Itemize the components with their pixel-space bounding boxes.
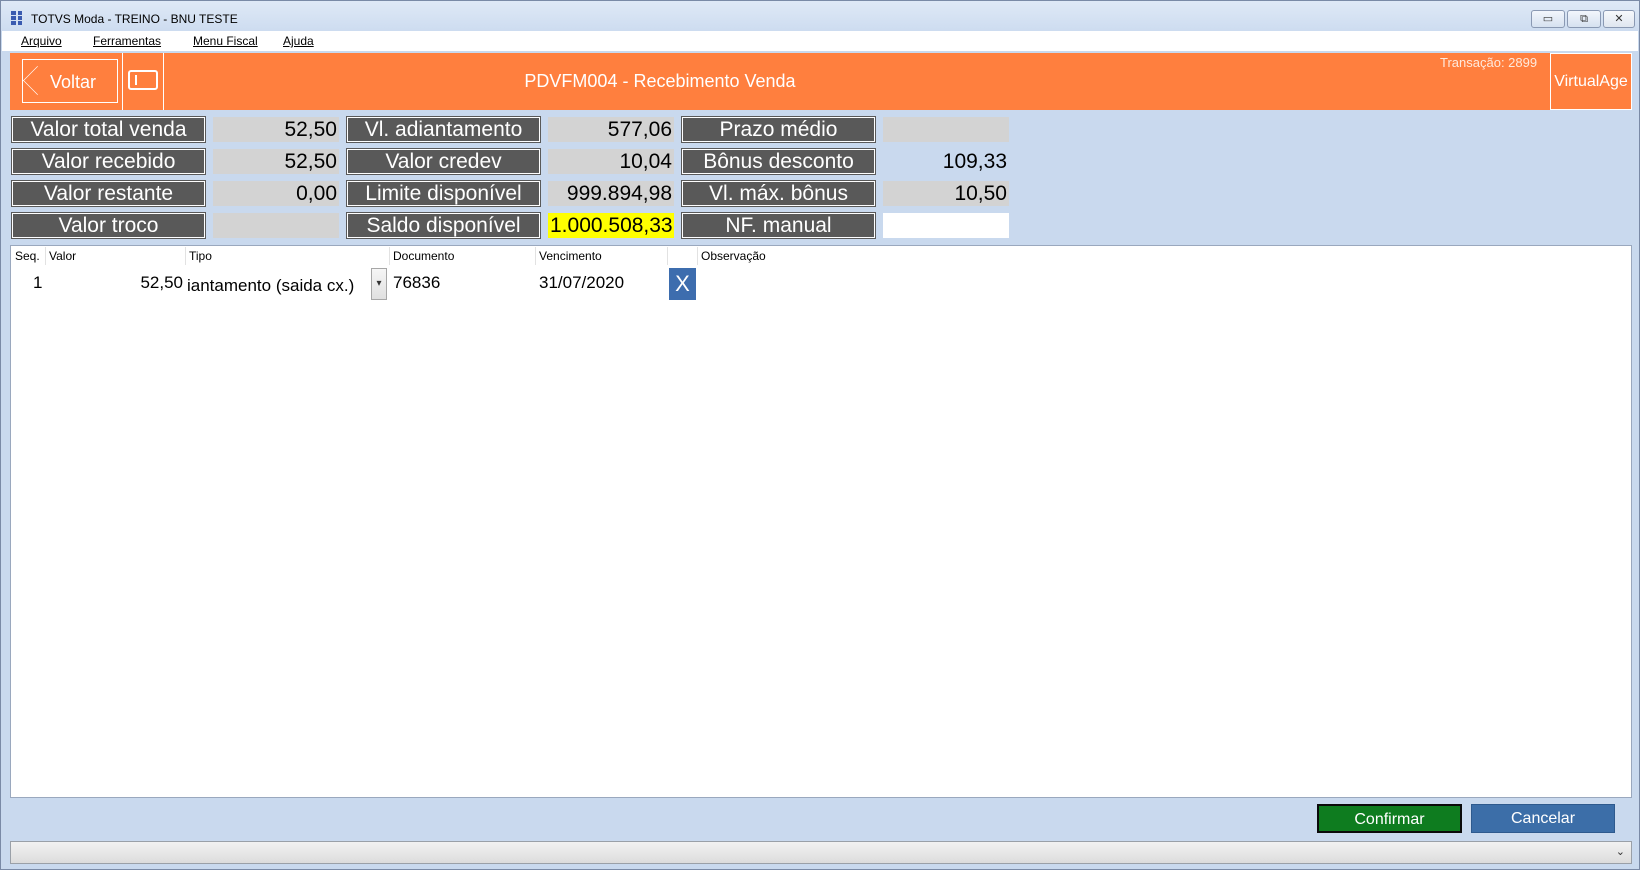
column-header-tipo[interactable]: Tipo: [189, 249, 212, 263]
menu-fiscal[interactable]: Menu Fiscal: [193, 34, 258, 48]
column-header-observacao[interactable]: Observação: [701, 249, 766, 263]
row-tipo-select[interactable]: iantamento (saida cx.): [187, 276, 371, 296]
valor-recebido-label: Valor recebido: [11, 148, 206, 175]
column-divider: [697, 247, 698, 265]
page-header: Voltar PDVFM004 - Recebimento Venda Tran…: [10, 53, 1632, 110]
valor-troco-label: Valor troco: [11, 212, 206, 239]
valor-restante-label: Valor restante: [11, 180, 206, 207]
application-window: TOTVS Moda - TREINO - BNU TESTE ▭ ⧉ ✕ Ar…: [0, 0, 1640, 870]
window-title: TOTVS Moda - TREINO - BNU TESTE: [31, 12, 238, 26]
valor-total-venda-label: Valor total venda: [11, 116, 206, 143]
column-divider: [667, 247, 668, 265]
restore-icon[interactable]: ⧉: [1567, 10, 1601, 28]
saldo-disponivel-label: Saldo disponível: [346, 212, 541, 239]
chevron-down-icon[interactable]: ⌄: [1616, 845, 1625, 858]
vl-max-bonus-label: Vl. máx. bônus: [681, 180, 876, 207]
valor-total-venda-value: 52,50: [213, 117, 339, 142]
column-divider: [185, 247, 186, 265]
column-header-documento[interactable]: Documento: [393, 249, 454, 263]
row-documento[interactable]: 76836: [393, 273, 440, 293]
transaction-label: Transação: 2899: [1440, 55, 1538, 70]
valor-credev-label: Valor credev: [346, 148, 541, 175]
status-bar[interactable]: ⌄: [10, 841, 1632, 864]
menu-ferramentas[interactable]: Ferramentas: [93, 34, 161, 48]
column-header-seq[interactable]: Seq.: [15, 249, 40, 263]
limite-disponivel-label: Limite disponível: [346, 180, 541, 207]
valor-recebido-value: 52,50: [213, 149, 339, 174]
minimize-icon[interactable]: ▭: [1531, 10, 1565, 28]
valor-credev-value: 10,04: [548, 149, 674, 174]
valor-troco-value: [213, 213, 339, 238]
row-vencimento[interactable]: 31/07/2020: [539, 273, 624, 293]
app-icon: [11, 11, 25, 25]
column-header-vencimento[interactable]: Vencimento: [539, 249, 602, 263]
title-bar: TOTVS Moda - TREINO - BNU TESTE ▭ ⧉ ✕: [1, 1, 1639, 31]
bonus-desconto-value: 109,33: [942, 150, 1007, 173]
valor-restante-value: 0,00: [213, 181, 339, 206]
column-header-valor[interactable]: Valor: [49, 249, 76, 263]
cancel-button[interactable]: Cancelar: [1471, 804, 1615, 833]
chevron-down-icon[interactable]: ▾: [371, 268, 387, 300]
saldo-disponivel-value: 1.000.508,33: [548, 213, 674, 238]
column-divider: [45, 247, 46, 265]
menu-bar: Arquivo Ferramentas Menu Fiscal Ajuda: [2, 31, 1638, 51]
vl-adiantamento-value: 577,06: [548, 117, 674, 142]
column-divider: [535, 247, 536, 265]
bonus-desconto-label: Bônus desconto: [681, 148, 876, 175]
page-title: PDVFM004 - Recebimento Venda: [524, 71, 796, 91]
nf-manual-label: NF. manual: [681, 212, 876, 239]
confirm-button[interactable]: Confirmar: [1317, 804, 1462, 833]
menu-arquivo[interactable]: Arquivo: [21, 34, 62, 48]
limite-disponivel-value: 999.894,98: [548, 181, 674, 206]
nf-manual-input[interactable]: [883, 213, 1009, 238]
vl-max-bonus-value: 10,50: [883, 181, 1009, 206]
vl-adiantamento-label: Vl. adiantamento: [346, 116, 541, 143]
payments-grid: Seq. Valor Tipo Documento Vencimento Obs…: [10, 245, 1632, 798]
close-icon[interactable]: ✕: [1603, 10, 1635, 28]
row-seq: 1: [33, 273, 43, 292]
prazo-medio-value: [883, 117, 1009, 142]
menu-ajuda[interactable]: Ajuda: [283, 34, 314, 48]
column-divider: [389, 247, 390, 265]
delete-row-button[interactable]: X: [669, 268, 696, 300]
virtualage-button[interactable]: VirtualAge: [1550, 53, 1632, 110]
prazo-medio-label: Prazo médio: [681, 116, 876, 143]
row-valor[interactable]: 52,50: [51, 273, 183, 293]
